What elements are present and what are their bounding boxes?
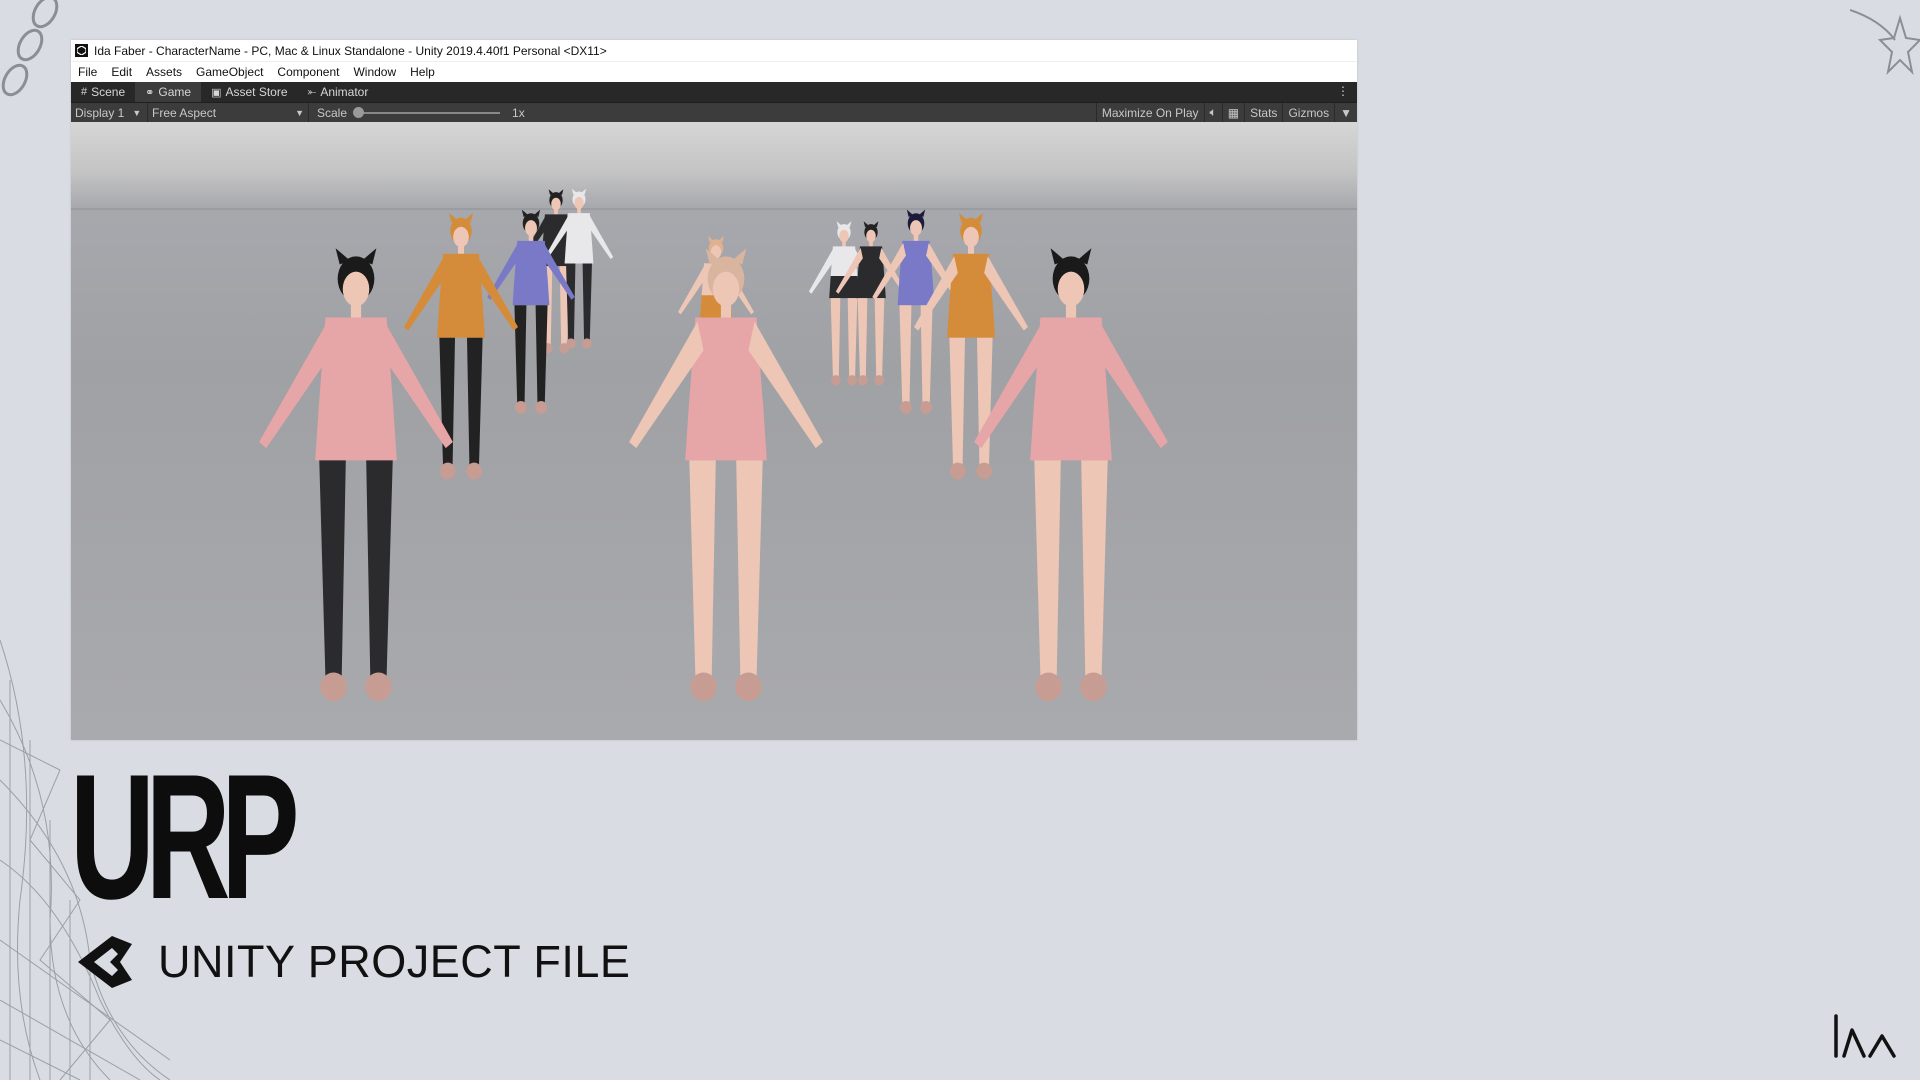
character-pink-crop-top <box>629 248 823 702</box>
character-back-white-2 <box>808 221 880 386</box>
aspect-dropdown-value: Free Aspect <box>152 105 217 120</box>
chevron-down-icon[interactable]: ▼ <box>1334 103 1357 122</box>
aspect-dropdown[interactable]: Free Aspect ▼ <box>148 103 309 122</box>
menu-window[interactable]: Window <box>353 65 396 79</box>
character-pink-tee-skirt <box>974 248 1168 702</box>
game-viewport[interactable] <box>71 122 1357 740</box>
game-view-toolbar: Display 1 ▼ Free Aspect ▼ Scale 1x Maxim… <box>71 102 1357 122</box>
scale-slider-handle[interactable] <box>353 106 365 118</box>
chain-decoration <box>1 0 59 97</box>
tab-bar: # Scene ⚭ Game ▣ Asset Store ⤜ Animator … <box>71 82 1357 102</box>
tab-animator[interactable]: ⤜ Animator <box>298 82 379 102</box>
character-lineup <box>259 188 1168 702</box>
tab-asset-store-label: Asset Store <box>225 85 288 99</box>
unity-project-row: UNITY PROJECT FILE <box>72 930 630 994</box>
right-toolbar-group: Maximize On Play 🔈︎ ▦ Stats Gizmos ▼ <box>1095 103 1357 122</box>
menu-edit[interactable]: Edit <box>111 65 132 79</box>
grid-icon: # <box>81 86 88 98</box>
unity-project-file-label: UNITY PROJECT FILE <box>158 936 631 987</box>
star-decoration <box>1850 9 1920 76</box>
gizmos-toggle[interactable]: Gizmos <box>1282 103 1334 122</box>
title-bar: Ida Faber - CharacterName - PC, Mac & Li… <box>71 40 1357 61</box>
display-dropdown-value: Display 1 <box>75 105 125 120</box>
menu-assets[interactable]: Assets <box>146 65 182 79</box>
urp-headline: URP <box>70 737 300 936</box>
menu-gameobject[interactable]: GameObject <box>196 65 263 79</box>
tab-game-label: Game <box>158 85 192 99</box>
character-orange-hoodie <box>404 213 518 480</box>
chevron-down-icon: ▼ <box>295 107 304 118</box>
scale-control: Scale 1x <box>317 106 525 120</box>
character-pink-hoodie <box>259 248 453 702</box>
scale-label: Scale <box>317 105 348 120</box>
tab-asset-store[interactable]: ▣ Asset Store <box>201 82 297 102</box>
character-purple-shorts <box>872 209 960 414</box>
window-title: Ida Faber - CharacterName - PC, Mac & Li… <box>94 43 607 58</box>
scale-slider[interactable] <box>353 106 501 118</box>
display-dropdown[interactable]: Display 1 ▼ <box>71 103 148 122</box>
animator-icon: ⤜ <box>307 85 317 98</box>
tab-scene[interactable]: # Scene <box>71 82 135 102</box>
menu-component[interactable]: Component <box>277 65 339 79</box>
unity-editor-window: Ida Faber - CharacterName - PC, Mac & Li… <box>71 40 1357 740</box>
maximize-on-play-toggle[interactable]: Maximize On Play <box>1095 103 1204 122</box>
menu-help[interactable]: Help <box>410 65 435 79</box>
menu-file[interactable]: File <box>78 65 97 79</box>
mute-audio-icon[interactable]: 🔈︎ <box>1203 103 1222 122</box>
chevron-down-icon: ▼ <box>132 107 142 118</box>
more-options-icon[interactable]: ⋮ <box>1337 84 1349 98</box>
tab-game[interactable]: ⚭ Game <box>135 82 202 102</box>
shopping-bag-icon: ▣ <box>211 86 222 99</box>
character-back-black-2 <box>835 221 907 386</box>
unity-logo-icon <box>78 936 132 988</box>
keyboard-icon[interactable]: ▦ <box>1221 103 1244 122</box>
menu-bar: File Edit Assets GameObject Component Wi… <box>71 61 1357 82</box>
tab-scene-label: Scene <box>91 85 126 99</box>
stats-toggle[interactable]: Stats <box>1244 103 1282 122</box>
gamepad-icon: ⚭ <box>145 86 155 99</box>
unity-logo-icon <box>75 44 88 57</box>
tab-animator-label: Animator <box>320 85 369 99</box>
scale-value: 1x <box>512 105 525 120</box>
ida-faber-logo <box>1834 1014 1896 1058</box>
